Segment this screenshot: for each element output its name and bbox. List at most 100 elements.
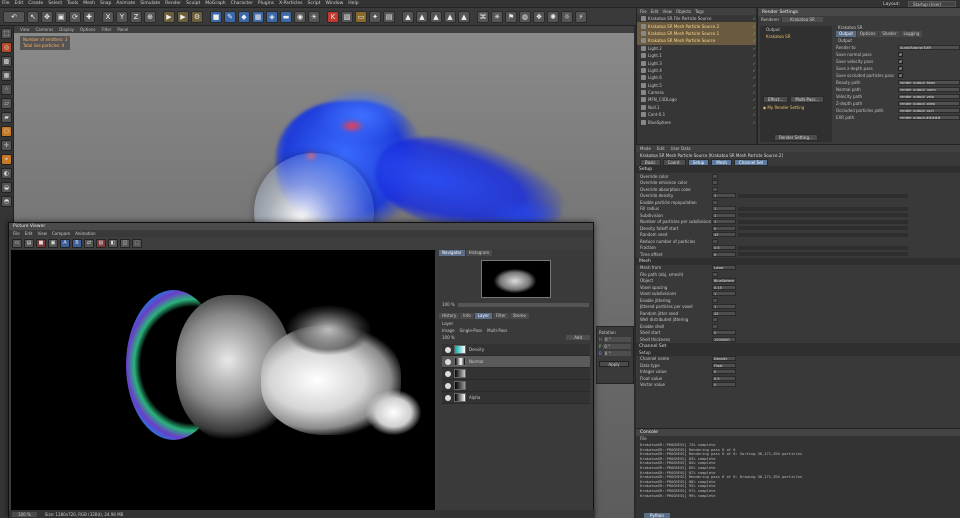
om-menu-edit[interactable]: Edit: [651, 9, 659, 14]
subdivision-icon[interactable]: ◆: [238, 10, 250, 23]
menu-character[interactable]: Character: [231, 1, 253, 6]
lock-workplane-icon[interactable]: ◓: [1, 196, 12, 207]
pv-stop-icon[interactable]: ■: [36, 238, 46, 248]
pv-menu-edit[interactable]: Edit: [25, 231, 33, 236]
object-row[interactable]: Null.1 ✓: [637, 104, 756, 111]
tab-channel-set[interactable]: Channel Set: [733, 159, 769, 166]
object-row[interactable]: Light.4 ✓: [637, 67, 756, 74]
parameter-value[interactable]: 1: [712, 219, 736, 225]
tab-options[interactable]: Options: [856, 31, 879, 37]
menu-create[interactable]: Create: [28, 1, 43, 6]
visibility-check-icon[interactable]: ✓: [753, 61, 756, 66]
picture-viewer-titlebar[interactable]: Picture Viewer: [9, 223, 593, 230]
points-mode-icon[interactable]: ⁘: [1, 84, 12, 95]
render-view-icon[interactable]: ▶: [163, 10, 175, 23]
am-menu-mode[interactable]: Mode: [640, 146, 651, 151]
xp-tool-icon-5[interactable]: ❖: [533, 10, 545, 23]
parameter-value[interactable]: 0.5: [712, 375, 736, 381]
camera-icon[interactable]: ◉: [294, 10, 306, 23]
move-icon[interactable]: ✥: [41, 10, 53, 23]
xp-tool-icon-2[interactable]: ✳: [491, 10, 503, 23]
object-row[interactable]: Krakatoa SR File Particle Source ✓: [637, 15, 756, 22]
parameter-slider[interactable]: [738, 193, 908, 198]
parameter-value[interactable]: 0: [712, 382, 736, 388]
axis-y-icon[interactable]: Y: [116, 10, 128, 23]
tab-logging[interactable]: Logging: [900, 31, 923, 37]
visibility-check-icon[interactable]: ✓: [753, 53, 756, 58]
render-output-canvas[interactable]: [11, 250, 435, 512]
visibility-eye-icon[interactable]: [445, 382, 451, 389]
visibility-check-icon[interactable]: ✓: [753, 24, 756, 29]
visibility-check-icon[interactable]: ✓: [753, 97, 756, 102]
tab-stereo[interactable]: Stereo: [509, 313, 529, 319]
render-settings-titlebar[interactable]: Render Settings: [758, 8, 960, 16]
visibility-eye-icon[interactable]: [445, 358, 451, 365]
om-menu-view[interactable]: View: [662, 9, 672, 14]
object-row[interactable]: Light.5 ✓: [637, 82, 756, 89]
parameter-value[interactable]: 0: [712, 369, 736, 375]
menu-script[interactable]: Script: [307, 1, 320, 6]
parameter-value[interactable]: Layer: [712, 265, 736, 271]
xp-tool-icon-4[interactable]: ◍: [519, 10, 531, 23]
layer-row[interactable]: Density: [442, 344, 590, 356]
pv-open-icon[interactable]: ▭: [12, 238, 22, 248]
parameter-value[interactable]: 0: [712, 330, 736, 336]
pv-status-zoom[interactable]: 100 %: [12, 511, 37, 517]
pv-diff-icon[interactable]: ◧: [108, 238, 118, 248]
tweak-mode-icon[interactable]: ✛: [1, 140, 12, 151]
visibility-check-icon[interactable]: ✓: [753, 75, 756, 80]
pv-menu-animation[interactable]: Animation: [75, 231, 95, 236]
tab-coord[interactable]: Coord.: [662, 159, 686, 166]
parameter-value[interactable]: 1: [712, 291, 736, 297]
visibility-check-icon[interactable]: ✓: [753, 83, 756, 88]
viewport-menu-view[interactable]: View: [20, 27, 30, 32]
particle-source-icon-5[interactable]: ▲: [458, 10, 470, 23]
field-checkbox[interactable]: ✓: [898, 59, 903, 64]
layer-mode-multi-pass[interactable]: Multi-Pass: [487, 328, 507, 333]
field-value[interactable]: render_output_occl: [898, 108, 960, 113]
field-value[interactable]: render_output.#####: [898, 115, 960, 120]
pv-swap-icon[interactable]: ⇄: [84, 238, 94, 248]
parameter-value[interactable]: 0: [712, 251, 736, 257]
particle-source-icon-3[interactable]: ▲: [430, 10, 442, 23]
pv-compare-b-icon[interactable]: B: [72, 238, 82, 248]
parameter-value[interactable]: 1: [712, 212, 736, 218]
parameter-value[interactable]: 42: [712, 310, 736, 316]
visibility-check-icon[interactable]: ✓: [753, 16, 756, 21]
visibility-check-icon[interactable]: ✓: [753, 31, 756, 36]
navigator-preview[interactable]: [481, 260, 551, 298]
xp-cache-icon[interactable]: ▤: [383, 10, 395, 23]
field-checkbox[interactable]: ✓: [898, 52, 903, 57]
menu-simulate[interactable]: Simulate: [140, 1, 160, 6]
render-settings-icon[interactable]: ⚙: [191, 10, 203, 23]
om-menu-tags[interactable]: Tags: [695, 9, 704, 14]
visibility-eye-icon[interactable]: [445, 370, 451, 377]
menu-window[interactable]: Window: [326, 1, 344, 6]
parameter-checkbox[interactable]: [712, 186, 718, 192]
xp-tool-icon-1[interactable]: ⌘: [477, 10, 489, 23]
parameter-value[interactable]: 1000000: [712, 336, 736, 342]
xp-tool-icon-8[interactable]: ⚡: [575, 10, 587, 23]
menu-sculpt[interactable]: Sculpt: [186, 1, 200, 6]
effect-button[interactable]: Effect...: [763, 96, 789, 103]
menu-tools[interactable]: Tools: [67, 1, 78, 6]
visibility-eye-icon[interactable]: [445, 394, 451, 401]
menu-xparticles[interactable]: X-Particles: [279, 1, 302, 6]
tab-histogram[interactable]: Histogram: [465, 250, 493, 256]
parameter-slider[interactable]: [738, 245, 908, 250]
object-row[interactable]: Cont-0.1 ✓: [637, 111, 756, 118]
add-icon[interactable]: ✚: [83, 10, 95, 23]
object-row[interactable]: Light.2 ✓: [637, 45, 756, 52]
layer-mode-single-pass[interactable]: Single-Pass: [460, 328, 483, 333]
parameter-slider[interactable]: [738, 232, 908, 237]
axis-mode-icon[interactable]: ⬡: [1, 126, 12, 137]
parameter-checkbox[interactable]: [712, 323, 718, 329]
menu-file[interactable]: File: [2, 1, 10, 6]
tab-shader[interactable]: Shader: [879, 31, 900, 37]
parameter-value[interactable]: Float: [712, 362, 736, 368]
layout-dropdown[interactable]: Startup (User): [908, 1, 956, 7]
viewport-menu-filter[interactable]: Filter: [101, 27, 111, 32]
rotation-h-value[interactable]: 0 °: [604, 337, 631, 342]
parameter-value[interactable]: 1: [712, 206, 736, 212]
xp-emitter-icon[interactable]: ✦: [369, 10, 381, 23]
